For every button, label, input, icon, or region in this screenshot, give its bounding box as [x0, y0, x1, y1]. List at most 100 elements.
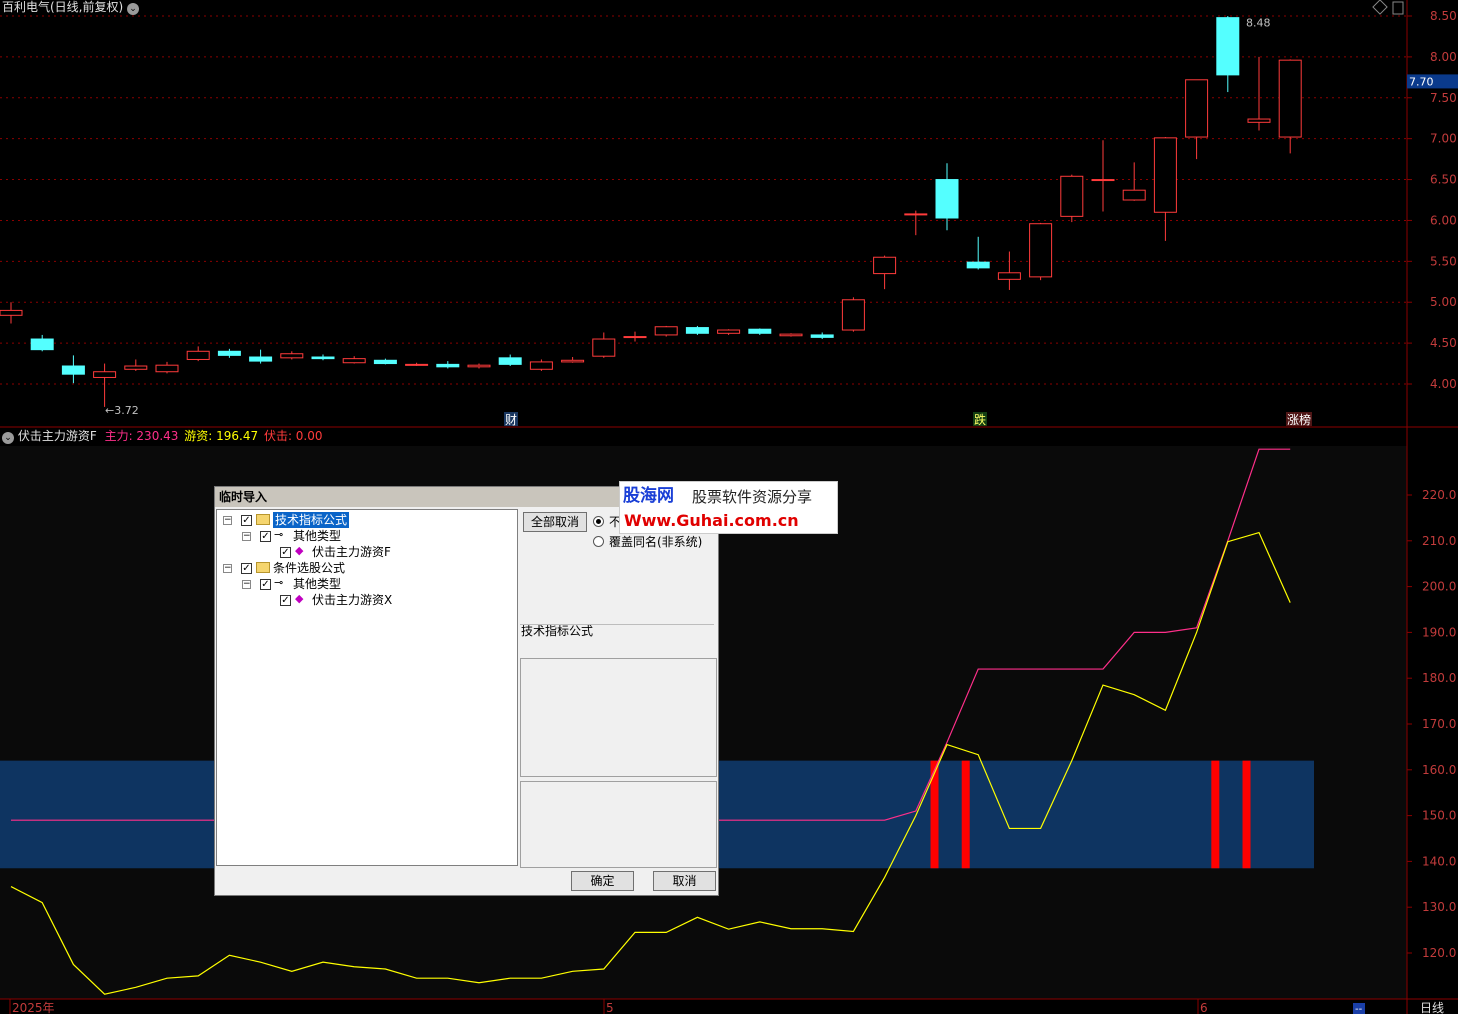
indicator-tick-label: 130.0: [1422, 900, 1456, 914]
low-price-label: ←3.72: [105, 404, 139, 417]
collapse-icon[interactable]: −: [242, 580, 251, 589]
checkbox[interactable]: ✓: [260, 579, 271, 590]
event-marker: 涨榜: [1287, 412, 1311, 427]
price-tick-label: 7.00: [1430, 132, 1457, 146]
info-title: 技术指标公式: [521, 624, 594, 638]
watermark-slogan: 股票软件资源分享: [692, 488, 813, 506]
collapse-icon[interactable]: −: [242, 532, 251, 541]
divider: [520, 624, 714, 625]
checkbox[interactable]: ✓: [280, 595, 291, 606]
collapse-icon[interactable]: −: [223, 516, 232, 525]
candle-body: [1122, 189, 1146, 201]
radio-skip[interactable]: [593, 516, 604, 527]
price-tick-label: 4.00: [1430, 377, 1457, 391]
diamond-icon: [1372, 0, 1388, 15]
candle-body: [61, 365, 85, 375]
checkbox[interactable]: ✓: [280, 547, 291, 558]
candle-body: [779, 333, 803, 337]
candle-body: [1091, 179, 1115, 182]
candle-body: [1185, 79, 1209, 138]
folder-icon: [256, 562, 270, 573]
candle-body: [1029, 223, 1053, 278]
candle-body: [685, 327, 709, 334]
price-tick-label: 8.50: [1430, 9, 1457, 23]
chevron-down-icon[interactable]: ⌄: [127, 3, 140, 15]
watermark-logo: 股海网: [623, 486, 674, 506]
indicator-tick-label: 120.0: [1422, 946, 1456, 960]
candle-body: [717, 329, 741, 334]
import-dialog[interactable]: 临时导入 − ✓ 技术指标公式 − ✓ ⊸ 其他类型 ✓ ◆ 伏击主力游资F −…: [214, 486, 719, 896]
info-panel-bottom: [520, 781, 717, 868]
signal-bar: [961, 760, 970, 869]
radio-overwrite[interactable]: [593, 536, 604, 547]
watermark-url: Www.Guhai.com.cn: [624, 511, 799, 530]
price-tick-label: 5.50: [1430, 254, 1457, 268]
candle-body: [342, 358, 366, 364]
candle-body: [373, 359, 397, 365]
candle-body: [311, 356, 335, 360]
tree-node-selection-formula[interactable]: 条件选股公式: [273, 560, 345, 576]
candle-body: [1278, 59, 1302, 138]
high-price-label: 8.48: [1246, 17, 1271, 30]
indicator-tick-label: 190.0: [1422, 625, 1456, 639]
candle-body: [280, 353, 304, 359]
time-label: 6: [1200, 1001, 1208, 1014]
candle-body: [904, 213, 928, 216]
checkbox[interactable]: ✓: [241, 563, 252, 574]
candle-body: [810, 334, 834, 338]
collapse-icon[interactable]: −: [223, 564, 232, 573]
cancel-button[interactable]: 取消: [653, 871, 716, 891]
tree-node-formula-f[interactable]: 伏击主力游资F: [312, 544, 391, 560]
tree-node-tech-formula[interactable]: 技术指标公式: [273, 512, 350, 528]
price-tick-label: 6.50: [1430, 173, 1457, 187]
info-panel-top: [520, 658, 717, 777]
price-tick-label: 5.00: [1430, 295, 1457, 309]
upper-chart-title: 百利电气(日线,前复权) ⌄: [2, 0, 140, 15]
signal-bar: [1211, 760, 1220, 869]
candle-body: [93, 371, 117, 378]
chevron-down-icon[interactable]: ⌄: [2, 432, 14, 444]
candle-body: [467, 364, 491, 368]
stock-name-label: 百利电气(日线,前复权): [2, 0, 124, 14]
candle-body: [997, 272, 1021, 280]
candle-body: [405, 363, 429, 366]
candle-body: [935, 179, 959, 219]
tree-node-other-type-2[interactable]: 其他类型: [293, 576, 341, 592]
ok-button[interactable]: 确定: [571, 871, 634, 891]
candle-body: [124, 365, 148, 370]
candle-body: [249, 356, 273, 362]
indicator-tick-label: 220.0: [1422, 488, 1456, 502]
price-tick-label: 8.00: [1430, 50, 1457, 64]
watermark: 股海网 股票软件资源分享 Www.Guhai.com.cn: [619, 481, 838, 534]
price-tick-label: 6.00: [1430, 213, 1457, 227]
candle-body: [592, 338, 616, 357]
signal-bar: [1242, 760, 1251, 869]
radio-overwrite-label[interactable]: 覆盖同名(非系统): [609, 535, 702, 549]
tree-node-formula-x[interactable]: 伏击主力游资X: [312, 592, 392, 608]
formula-icon: ◆: [295, 544, 304, 557]
indicator-tick-label: 140.0: [1422, 854, 1456, 868]
candle-body: [623, 336, 647, 339]
candle-body: [498, 357, 522, 365]
candle-body: [1153, 137, 1177, 213]
time-label: 2025年: [12, 1001, 55, 1014]
time-label: 5: [606, 1001, 614, 1014]
scroll-dash: --: [1355, 1004, 1363, 1014]
indicator-tick-label: 150.0: [1422, 809, 1456, 823]
candle-body: [1247, 118, 1271, 123]
price-tick-label: 7.50: [1430, 91, 1457, 105]
formula-tree[interactable]: − ✓ 技术指标公式 − ✓ ⊸ 其他类型 ✓ ◆ 伏击主力游资F − ✓ 条件…: [216, 509, 518, 866]
event-marker: 财: [505, 413, 517, 427]
formula-icon: ◆: [295, 592, 304, 605]
key-icon: ⊸: [274, 576, 284, 589]
period-label: 日线: [1420, 1001, 1444, 1014]
checkbox[interactable]: ✓: [260, 531, 271, 542]
main-force-value: 主力: 230.43: [104, 429, 179, 443]
cancel-all-button[interactable]: 全部取消: [523, 512, 587, 532]
window-toggle-icon: [1392, 1, 1404, 15]
candle-body: [0, 309, 23, 316]
checkbox[interactable]: ✓: [241, 515, 252, 526]
tree-node-other-type[interactable]: 其他类型: [293, 528, 341, 544]
candle-body: [873, 256, 897, 275]
lower-chart-title: ⌄ 伏击主力游资F 主力: 230.43 游资: 196.47 伏击: 0.00: [2, 429, 323, 444]
